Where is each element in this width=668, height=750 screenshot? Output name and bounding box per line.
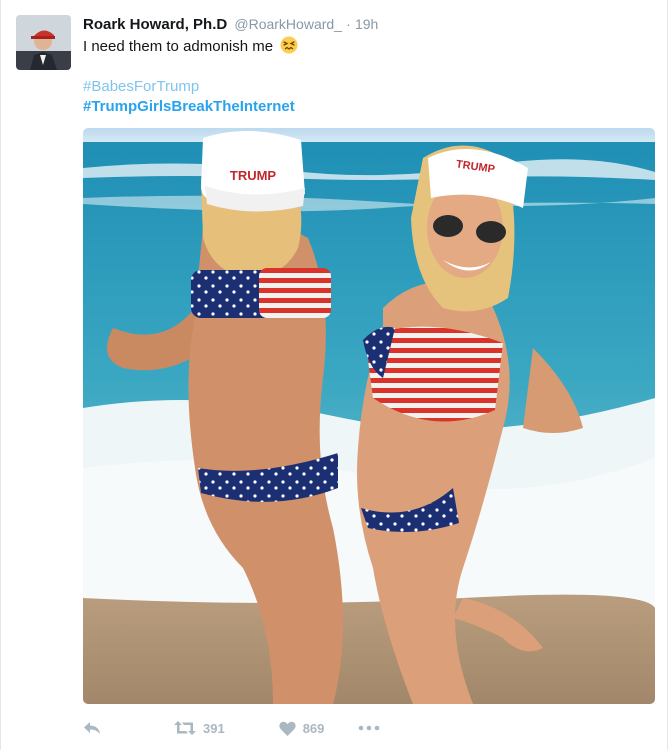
reply-icon <box>83 721 101 735</box>
more-icon <box>358 725 380 731</box>
more-button[interactable] <box>358 725 380 731</box>
heart-icon <box>279 721 296 736</box>
avatar[interactable] <box>16 15 71 70</box>
tweet-timestamp[interactable]: 19h <box>355 16 378 32</box>
confounded-face-emoji-icon <box>280 36 298 60</box>
like-count: 869 <box>302 720 325 736</box>
reply-button[interactable] <box>83 721 103 735</box>
tweet-header: Roark Howard, Ph.D @RoarkHoward_ · 19h <box>83 14 378 34</box>
tweet-card: Roark Howard, Ph.D @RoarkHoward_ · 19h I… <box>0 0 668 750</box>
hashtag-link[interactable]: #TrumpGirlsBreakTheInternet <box>83 97 295 117</box>
tweet-text: I need them to admonish me <box>83 36 298 60</box>
author-handle[interactable]: @RoarkHoward_ <box>234 16 342 32</box>
tweet-photo[interactable]: TRUMP TRUMP <box>83 128 655 704</box>
hashtag-link[interactable]: #BabesForTrump <box>83 77 199 97</box>
hat-text: TRUMP <box>230 168 277 183</box>
retweet-icon <box>174 721 196 735</box>
like-button[interactable]: 869 <box>279 720 325 736</box>
retweet-count: 391 <box>203 720 225 736</box>
tweet-actions: 391 869 <box>83 716 380 740</box>
author-name[interactable]: Roark Howard, Ph.D <box>83 16 227 33</box>
tweet-text-body: I need them to admonish me <box>83 38 274 55</box>
retweet-button[interactable]: 391 <box>174 721 225 736</box>
separator-dot: · <box>346 16 351 32</box>
